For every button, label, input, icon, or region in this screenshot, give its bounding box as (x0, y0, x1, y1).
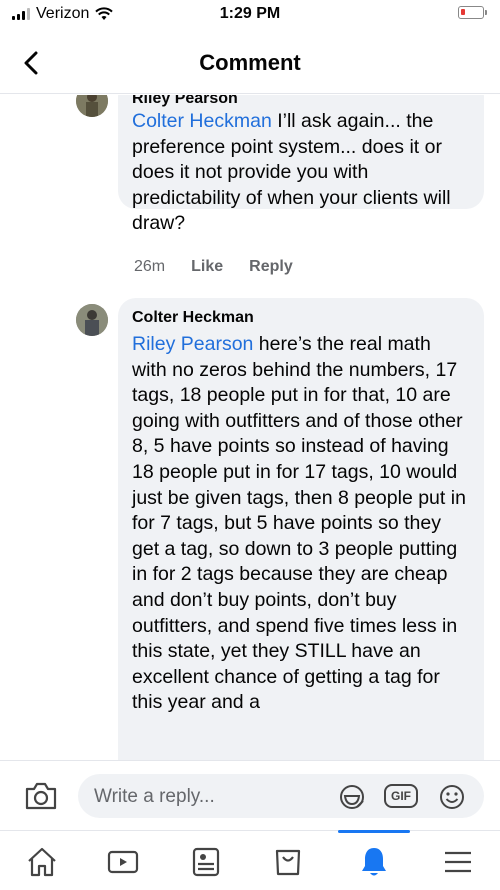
camera-icon (25, 782, 57, 810)
battery-icon (458, 6, 487, 19)
tab-notifications[interactable] (354, 845, 394, 879)
reply-bar: Write a reply... GIF (0, 760, 500, 830)
tab-news[interactable] (186, 845, 226, 879)
menu-icon (445, 851, 471, 873)
home-icon (28, 847, 56, 877)
emoji-icon[interactable] (438, 783, 466, 811)
sticker-icon[interactable] (338, 783, 366, 811)
mention-link[interactable]: Colter Heckman (132, 110, 272, 132)
reply-placeholder: Write a reply... (94, 786, 215, 807)
tab-watch[interactable] (103, 845, 143, 879)
gif-icon[interactable]: GIF (384, 784, 418, 808)
shop-icon (275, 849, 301, 876)
tab-menu[interactable] (438, 845, 478, 879)
comment-bubble[interactable]: Colter Heckman Riley Pearson here’s the … (118, 298, 484, 760)
news-feed-icon (192, 847, 220, 877)
reply-button[interactable]: Reply (249, 258, 293, 276)
mention-link[interactable]: Riley Pearson (132, 333, 253, 355)
comment-text: Riley Pearson here’s the real math with … (132, 333, 466, 714)
camera-button[interactable] (24, 781, 58, 811)
bell-icon (362, 848, 386, 876)
like-button[interactable]: Like (191, 258, 223, 276)
clock: 1:29 PM (219, 5, 281, 22)
active-tab-indicator (338, 830, 410, 833)
header: Comment (0, 30, 500, 94)
status-bar: Verizon 1:29 PM (0, 0, 500, 30)
tab-bar (0, 830, 500, 890)
comment-author[interactable]: Riley Pearson (132, 95, 470, 109)
avatar[interactable] (76, 304, 108, 336)
comment-author[interactable]: Colter Heckman (132, 308, 470, 328)
comment-bubble[interactable]: Riley Pearson Colter Heckman I’ll ask ag… (118, 95, 484, 234)
comment-feed[interactable]: Riley Pearson Colter Heckman I’ll ask ag… (0, 95, 500, 760)
reply-input[interactable]: Write a reply... GIF (78, 774, 484, 818)
tab-home[interactable] (22, 845, 62, 879)
page-title: Comment (199, 50, 301, 75)
comment-meta: 26m Like Reply (134, 258, 293, 276)
video-icon (107, 850, 139, 874)
tab-marketplace[interactable] (268, 845, 308, 879)
comment-text: Colter Heckman I’ll ask again... the pre… (132, 110, 451, 235)
avatar[interactable] (76, 95, 108, 117)
comment-time: 26m (134, 258, 166, 275)
